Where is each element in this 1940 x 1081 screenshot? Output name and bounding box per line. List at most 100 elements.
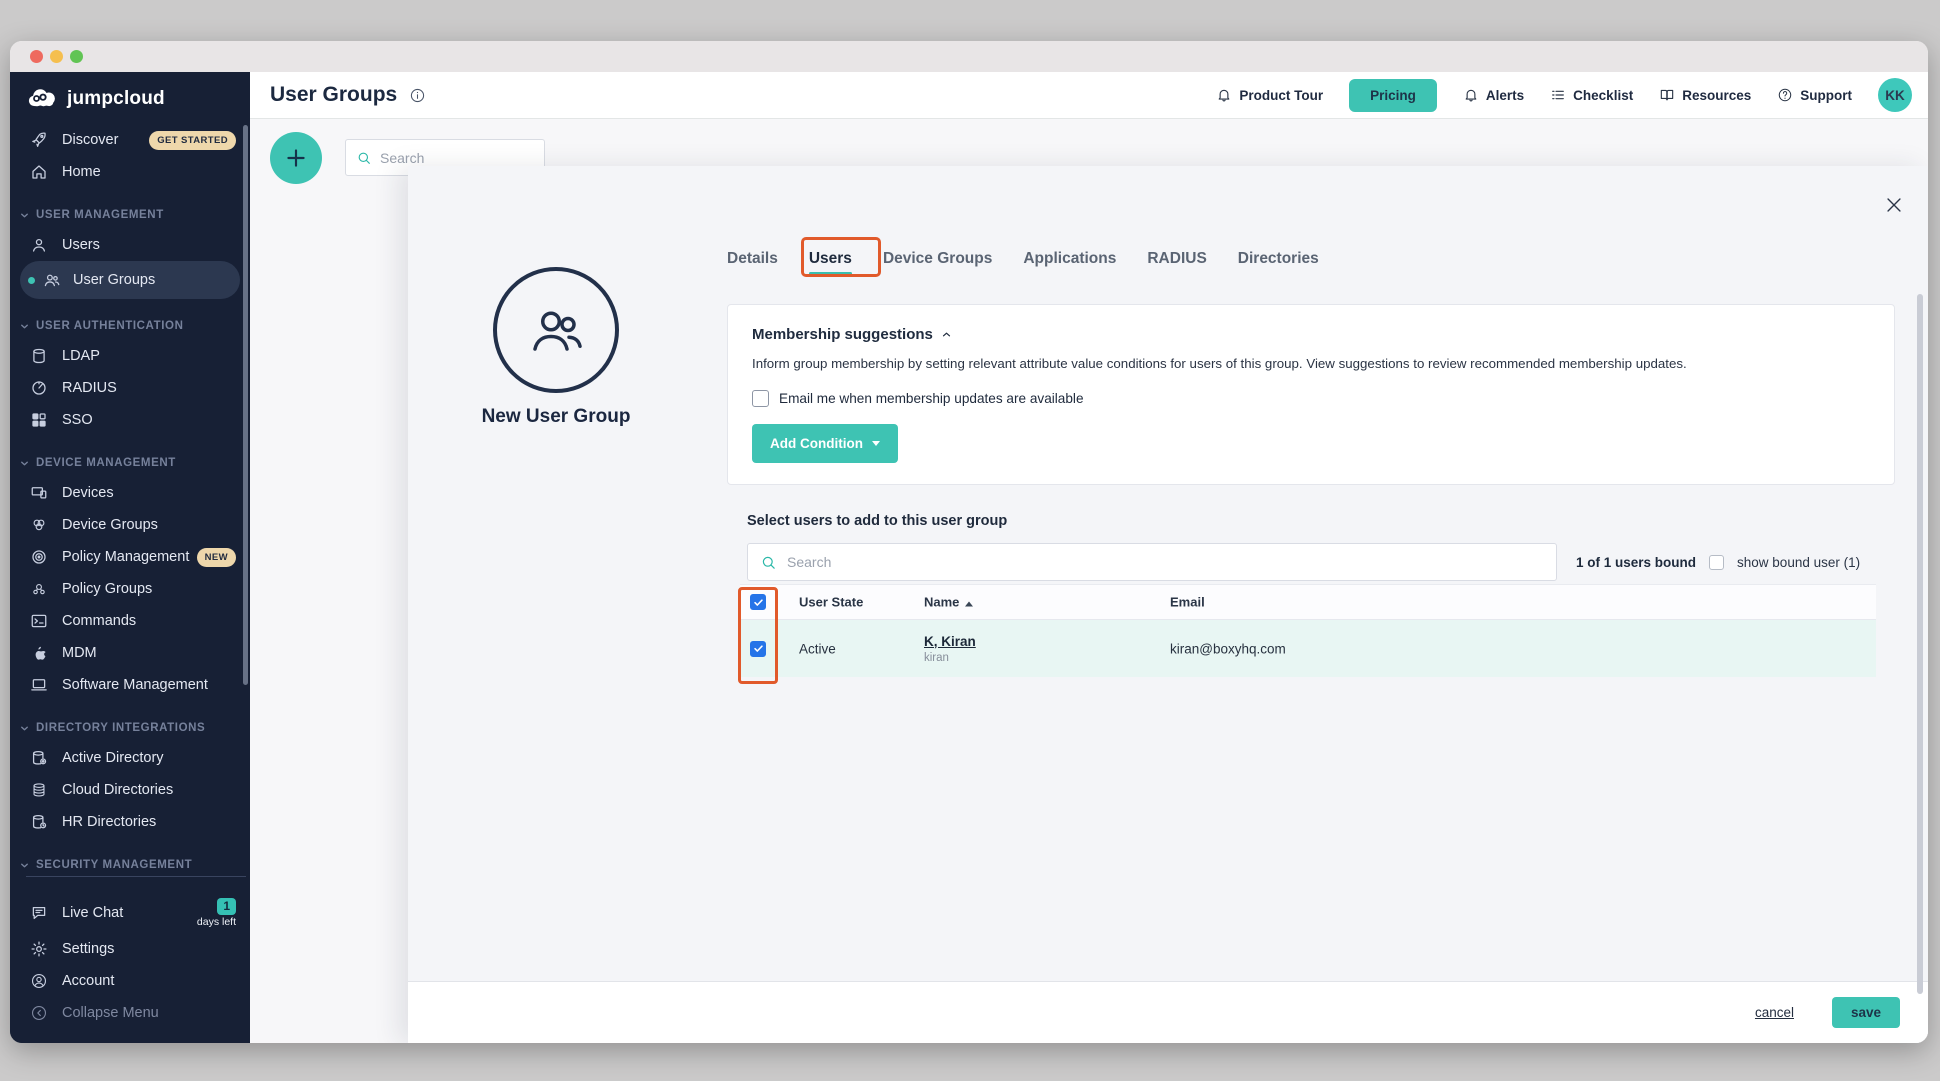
dropdown-caret-icon xyxy=(872,441,880,446)
user-icon xyxy=(30,236,48,254)
pricing-button[interactable]: Pricing xyxy=(1349,79,1437,112)
minimize-window-button[interactable] xyxy=(50,50,63,63)
checklist-button[interactable]: Checklist xyxy=(1550,87,1633,103)
column-header-name[interactable]: Name xyxy=(924,595,973,610)
sidebar-item-sso[interactable]: SSO xyxy=(10,404,250,436)
section-device-management[interactable]: DEVICE MANAGEMENT xyxy=(10,449,250,477)
section-security-management[interactable]: SECURITY MANAGEMENT xyxy=(10,851,250,879)
sidebar-item-label: SSO xyxy=(62,412,93,428)
checklist-icon xyxy=(1550,87,1566,103)
tab-device-groups[interactable]: Device Groups xyxy=(883,250,992,268)
sidebar-item-label: Live Chat xyxy=(62,905,123,921)
sidebar-item-users[interactable]: Users xyxy=(10,229,250,261)
groups-search-input[interactable] xyxy=(380,150,534,166)
sidebar-item-collapse-menu[interactable]: Collapse Menu xyxy=(10,997,250,1029)
bell-icon xyxy=(1463,87,1479,103)
sidebar-item-label: User Groups xyxy=(73,272,155,288)
user-search-input[interactable] xyxy=(787,554,1544,570)
column-header-email[interactable]: Email xyxy=(1170,595,1205,610)
sidebar-item-cloud-directories[interactable]: Cloud Directories xyxy=(10,774,250,806)
sidebar-item-account[interactable]: Account xyxy=(10,965,250,997)
sidebar-scrollbar[interactable] xyxy=(243,125,248,685)
sidebar-item-label: RADIUS xyxy=(62,380,117,396)
table-row[interactable]: Active K, Kiran kiran kiran@boxyhq.com xyxy=(740,620,1876,677)
show-bound-user-label[interactable]: show bound user (1) xyxy=(1737,555,1860,570)
email-updates-checkbox[interactable] xyxy=(752,390,769,407)
sidebar-item-discover[interactable]: Discover GET STARTED xyxy=(10,124,250,156)
sidebar-divider xyxy=(26,876,246,877)
devices-icon xyxy=(30,484,48,502)
sidebar-item-live-chat[interactable]: Live Chat 1 days left xyxy=(10,893,250,933)
maximize-window-button[interactable] xyxy=(70,50,83,63)
user-search-box[interactable] xyxy=(747,543,1557,581)
sidebar-item-mdm[interactable]: MDM xyxy=(10,637,250,669)
close-icon[interactable] xyxy=(1883,194,1905,216)
sidebar-item-devices[interactable]: Devices xyxy=(10,477,250,509)
cancel-link[interactable]: cancel xyxy=(1755,1005,1794,1020)
info-icon[interactable] xyxy=(409,87,426,104)
section-user-authentication[interactable]: USER AUTHENTICATION xyxy=(10,312,250,340)
sidebar-item-label: Collapse Menu xyxy=(62,1005,159,1021)
save-button[interactable]: save xyxy=(1832,997,1900,1028)
user-email-value: kiran@boxyhq.com xyxy=(1170,641,1286,656)
users-table: User State Name Email Active K, Kiran ki… xyxy=(740,584,1876,677)
jumpcloud-logo[interactable]: jumpcloud xyxy=(10,72,250,116)
row-checkbox[interactable] xyxy=(750,641,766,657)
tab-applications[interactable]: Applications xyxy=(1023,250,1116,268)
sidebar-item-ldap[interactable]: LDAP xyxy=(10,340,250,372)
product-tour-button[interactable]: Product Tour xyxy=(1216,87,1323,103)
user-avatar[interactable]: KK xyxy=(1878,78,1912,112)
tab-radius[interactable]: RADIUS xyxy=(1147,250,1206,268)
sidebar-nav: Discover GET STARTED Home USER MANAGEMEN… xyxy=(10,124,250,879)
directory-database-icon xyxy=(30,749,48,767)
sidebar-item-settings[interactable]: Settings xyxy=(10,933,250,965)
column-header-user-state[interactable]: User State xyxy=(799,595,863,610)
close-window-button[interactable] xyxy=(30,50,43,63)
sidebar-item-policy-management[interactable]: Policy Management NEW xyxy=(10,541,250,573)
radius-gauge-icon xyxy=(30,379,48,397)
sidebar-item-hr-directories[interactable]: HR Directories xyxy=(10,806,250,838)
sidebar-item-active-directory[interactable]: Active Directory xyxy=(10,742,250,774)
membership-suggestions-card: Membership suggestions Inform group memb… xyxy=(727,304,1895,485)
sidebar-item-software-management[interactable]: Software Management xyxy=(10,669,250,701)
bound-users-count: 1 of 1 users bound xyxy=(1576,555,1696,570)
sidebar-item-radius[interactable]: RADIUS xyxy=(10,372,250,404)
section-directory-integrations[interactable]: DIRECTORY INTEGRATIONS xyxy=(10,714,250,742)
tab-details[interactable]: Details xyxy=(727,250,778,268)
select-all-checkbox[interactable] xyxy=(750,594,766,610)
support-button[interactable]: Support xyxy=(1777,87,1852,103)
target-icon xyxy=(30,548,48,566)
question-circle-icon xyxy=(1777,87,1793,103)
sidebar-item-label: Policy Groups xyxy=(62,581,152,597)
sidebar-item-user-groups[interactable]: User Groups xyxy=(20,261,240,299)
membership-suggestions-title: Membership suggestions xyxy=(752,326,933,343)
modal-scrollbar[interactable] xyxy=(1917,294,1923,994)
tab-users[interactable]: Users xyxy=(809,250,852,268)
sidebar-item-commands[interactable]: Commands xyxy=(10,605,250,637)
sidebar-item-device-groups[interactable]: Device Groups xyxy=(10,509,250,541)
email-updates-label: Email me when membership updates are ava… xyxy=(779,391,1084,406)
page-background: New User Group Details Users Device Grou… xyxy=(250,119,1928,1043)
alerts-button[interactable]: Alerts xyxy=(1463,87,1524,103)
chevron-down-icon xyxy=(19,458,30,469)
user-name-link[interactable]: K, Kiran xyxy=(924,634,976,649)
sort-ascending-icon xyxy=(965,602,973,607)
sidebar-item-label: Discover xyxy=(62,132,118,148)
window-titlebar xyxy=(10,41,1928,72)
add-user-group-button[interactable] xyxy=(270,132,322,184)
resources-button[interactable]: Resources xyxy=(1659,87,1751,103)
user-name-cell: K, Kiran kiran xyxy=(924,634,976,664)
group-avatar xyxy=(493,267,619,393)
days-left-label: days left xyxy=(197,917,236,929)
sidebar-item-policy-groups[interactable]: Policy Groups xyxy=(10,573,250,605)
select-users-heading: Select users to add to this user group xyxy=(747,513,1007,529)
cloud-logo-icon xyxy=(26,89,58,109)
page-title: User Groups xyxy=(270,83,397,107)
show-bound-user-checkbox[interactable] xyxy=(1709,555,1724,570)
tab-directories[interactable]: Directories xyxy=(1238,250,1319,268)
membership-suggestions-toggle[interactable]: Membership suggestions xyxy=(752,326,1870,343)
gear-icon xyxy=(30,940,48,958)
section-user-management[interactable]: USER MANAGEMENT xyxy=(10,201,250,229)
add-condition-button[interactable]: Add Condition xyxy=(752,424,898,463)
sidebar-item-home[interactable]: Home xyxy=(10,156,250,188)
